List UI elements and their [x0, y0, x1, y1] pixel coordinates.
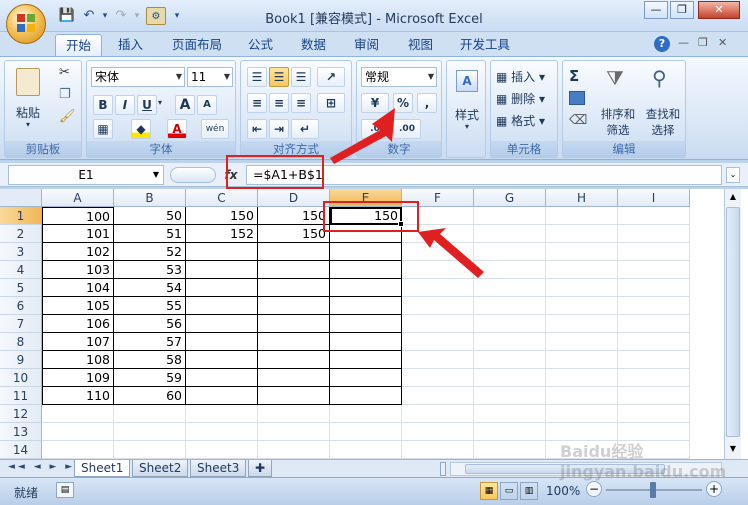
- normal-view-icon[interactable]: ▦: [480, 482, 498, 500]
- page-layout-view-icon[interactable]: ▭: [500, 482, 518, 500]
- watermark: Baidu经验 jingyan.baidu.com: [560, 442, 727, 481]
- office-button[interactable]: [6, 4, 46, 44]
- tab-split-handle[interactable]: [440, 462, 446, 476]
- office-logo-icon: [17, 14, 35, 32]
- zoom-out-button[interactable]: −: [586, 481, 602, 497]
- annotation-arrows: [330, 108, 484, 278]
- page-break-view-icon[interactable]: ▥: [520, 482, 538, 500]
- macro-record-icon[interactable]: ▤: [56, 482, 74, 498]
- insert-sheet-icon[interactable]: ✚: [248, 460, 272, 477]
- sheet-tab-1[interactable]: Sheet1: [74, 460, 131, 477]
- sheet-tab-2[interactable]: Sheet2: [132, 460, 189, 477]
- arrow-to-formula: [330, 108, 395, 164]
- zoom-level[interactable]: 100%: [546, 484, 580, 498]
- ready-status: 就绪: [14, 486, 39, 500]
- zoom-slider-thumb[interactable]: [650, 482, 656, 498]
- status-bar: 就绪 ▤ ▦ ▭ ▥ 100% − +: [0, 477, 748, 505]
- sheet-tab-3[interactable]: Sheet3: [190, 460, 247, 477]
- zoom-in-button[interactable]: +: [706, 481, 722, 497]
- arrow-to-cell: [418, 228, 484, 278]
